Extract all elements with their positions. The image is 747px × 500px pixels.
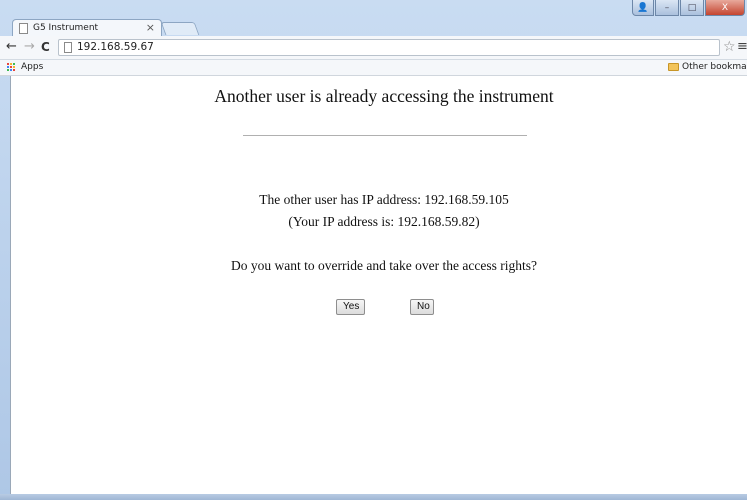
- no-button[interactable]: No: [410, 299, 434, 315]
- other-user-ip-text: The other user has IP address: 192.168.5…: [259, 192, 509, 207]
- folder-icon: [668, 63, 679, 71]
- page-icon: [64, 42, 72, 53]
- close-window-button[interactable]: X: [705, 0, 745, 16]
- user-icon[interactable]: 👤: [632, 0, 654, 16]
- tab-strip: G5 Instrument × 👤 – □ X: [0, 0, 747, 37]
- window-controls: 👤 – □ X: [632, 0, 745, 18]
- menu-icon[interactable]: ≡: [737, 39, 747, 55]
- bookmarks-bar: Apps Other bookmarks: [0, 60, 747, 76]
- page-icon: [19, 23, 28, 34]
- override-question: Do you want to override and take over th…: [231, 258, 537, 273]
- toolbar: ← → C 192.168.59.67 ☆ ≡: [0, 36, 747, 60]
- back-icon[interactable]: ←: [6, 40, 17, 54]
- your-ip-text: (Your IP address is: 192.168.59.82): [288, 214, 480, 229]
- tab-title: G5 Instrument: [33, 23, 99, 33]
- forward-icon[interactable]: →: [24, 40, 35, 54]
- close-icon[interactable]: ×: [146, 21, 155, 34]
- maximize-button[interactable]: □: [680, 0, 704, 16]
- window-bottom-edge: [0, 494, 747, 500]
- url-text[interactable]: 192.168.59.67: [77, 41, 154, 53]
- browser-window: G5 Instrument × 👤 – □ X ← → C 192.168.59…: [0, 0, 747, 500]
- divider: [243, 135, 527, 136]
- apps-icon[interactable]: [7, 63, 16, 72]
- star-icon[interactable]: ☆: [723, 39, 736, 55]
- page-title: Another user is already accessing the in…: [214, 86, 554, 106]
- minimize-button[interactable]: –: [655, 0, 679, 16]
- reload-icon[interactable]: C: [41, 40, 50, 54]
- apps-link[interactable]: Apps: [21, 62, 43, 72]
- new-tab-button[interactable]: [160, 22, 200, 35]
- address-bar[interactable]: 192.168.59.67: [58, 39, 720, 56]
- yes-button[interactable]: Yes: [336, 299, 365, 315]
- other-bookmarks-link[interactable]: Other bookmarks: [682, 62, 747, 72]
- tab-g5-instrument[interactable]: G5 Instrument ×: [12, 19, 162, 37]
- page-content: Another user is already accessing the in…: [10, 76, 747, 494]
